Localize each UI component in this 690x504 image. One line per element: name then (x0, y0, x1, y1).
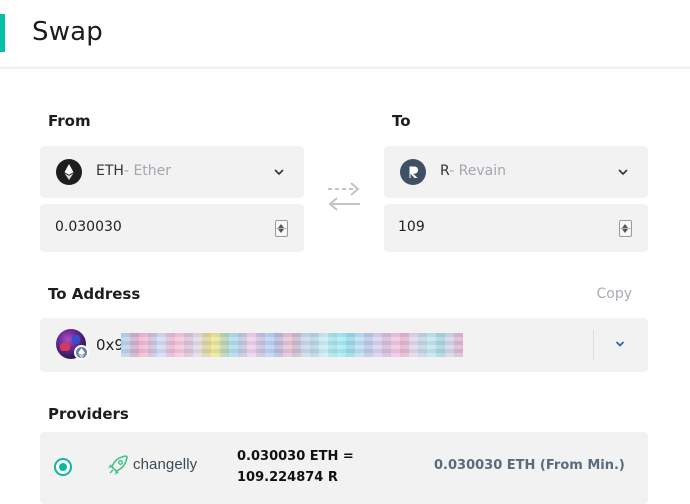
from-amount-input[interactable]: 0.030030 (40, 204, 304, 252)
page-header: Swap (0, 0, 690, 68)
address-prefix: 0x9 (96, 336, 124, 354)
to-currency-name: - Revain (449, 163, 507, 179)
to-currency-select[interactable]: R- Revain (384, 146, 648, 198)
from-amount-stepper[interactable] (275, 220, 288, 237)
provider-name: changelly (133, 456, 198, 473)
to-address-label: To Address (48, 285, 141, 303)
page-title: Swap (32, 17, 104, 47)
from-currency-symbol: ETH (96, 163, 124, 179)
from-label: From (48, 112, 91, 130)
provider-rate: 0.030030 ETH = 109.224874 R (237, 446, 354, 488)
ethereum-badge-icon (74, 345, 89, 360)
ethereum-icon (56, 159, 82, 185)
stepper-down-icon[interactable] (622, 229, 628, 233)
provider-min-amount: 0.030030 ETH (From Min.) (434, 458, 625, 473)
from-currency-name: - Ether (123, 163, 172, 179)
rocket-icon (108, 455, 128, 475)
address-divider (593, 330, 594, 360)
to-amount-value: 109 (398, 219, 425, 235)
provider-rate-line2: 109.224874 R (237, 470, 338, 485)
header-accent-bar (0, 14, 5, 52)
copy-address-button[interactable]: Copy (596, 286, 632, 302)
provider-option-changelly[interactable]: changelly 0.030030 ETH = 109.224874 R 0.… (40, 432, 648, 504)
chevron-down-icon (274, 169, 284, 176)
to-currency-symbol: R (440, 163, 450, 179)
to-address-field[interactable]: 0x9 (40, 318, 648, 372)
from-amount-value: 0.030030 (55, 219, 122, 235)
provider-radio[interactable] (54, 458, 72, 476)
address-redacted (121, 333, 463, 357)
to-amount-input[interactable]: 109 (384, 204, 648, 252)
swap-direction-icon[interactable] (326, 180, 362, 212)
stepper-down-icon[interactable] (278, 229, 284, 233)
to-amount-stepper[interactable] (619, 220, 632, 237)
providers-label: Providers (48, 405, 129, 423)
chevron-down-icon (618, 169, 628, 176)
chevron-down-icon[interactable] (614, 338, 626, 350)
to-label: To (392, 112, 411, 130)
revain-icon (400, 159, 426, 185)
from-currency-select[interactable]: ETH- Ether (40, 146, 304, 198)
provider-rate-line1: 0.030030 ETH = (237, 449, 354, 464)
